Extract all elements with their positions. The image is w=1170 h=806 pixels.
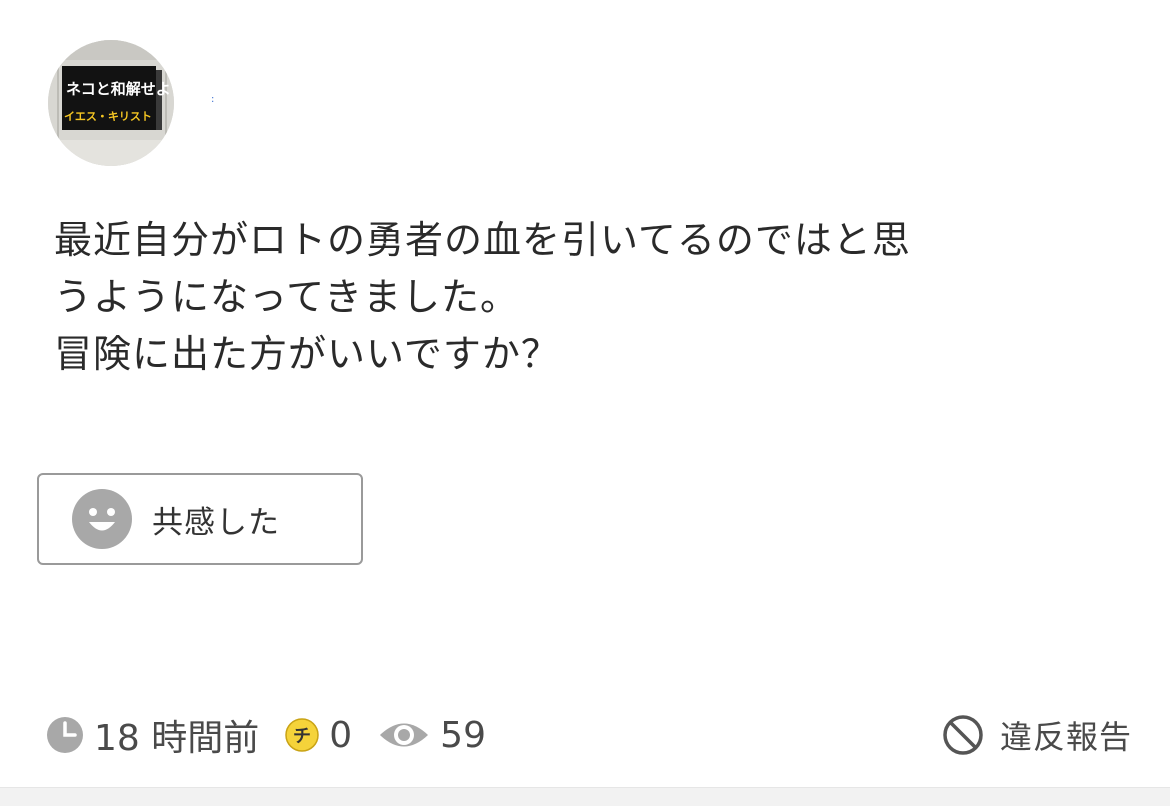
- empathy-button[interactable]: 共感した: [37, 473, 363, 565]
- user-avatar[interactable]: ネコと和解せよ イエス・キリスト: [48, 40, 174, 166]
- footer-divider: [0, 787, 1170, 806]
- view-count: 59: [440, 714, 486, 756]
- avatar-text-line2: イエス・キリスト: [64, 110, 152, 123]
- avatar-text-line1: ネコと和解せよ: [66, 80, 171, 98]
- question-line: 最近自分がロトの勇者の血を引いてるのではと思: [54, 218, 911, 262]
- empathy-label: 共感した: [152, 504, 280, 541]
- question-body: 最近自分がロトの勇者の血を引いてるのではと思 うようになってきました。 冒険に出…: [54, 212, 1134, 383]
- post-meta: 18 時間前 チ 0 59: [46, 712, 486, 759]
- report-violation-button[interactable]: 違反報告: [942, 712, 1132, 758]
- username-link[interactable]: :: [211, 95, 214, 105]
- coin-count: 0: [329, 714, 353, 756]
- question-line: うようになってきました。: [54, 275, 519, 319]
- chie-coin-icon: チ: [285, 718, 320, 752]
- question-line: 冒険に出た方がいいですか？: [54, 332, 560, 376]
- post-time: 18 時間前: [94, 718, 260, 759]
- eye-icon: [380, 723, 429, 747]
- coin-glyph: チ: [293, 726, 311, 747]
- clock-icon: [47, 717, 83, 753]
- smile-face-icon: [72, 489, 132, 549]
- report-label: 違反報告: [999, 718, 1132, 756]
- prohibited-icon: [943, 715, 983, 755]
